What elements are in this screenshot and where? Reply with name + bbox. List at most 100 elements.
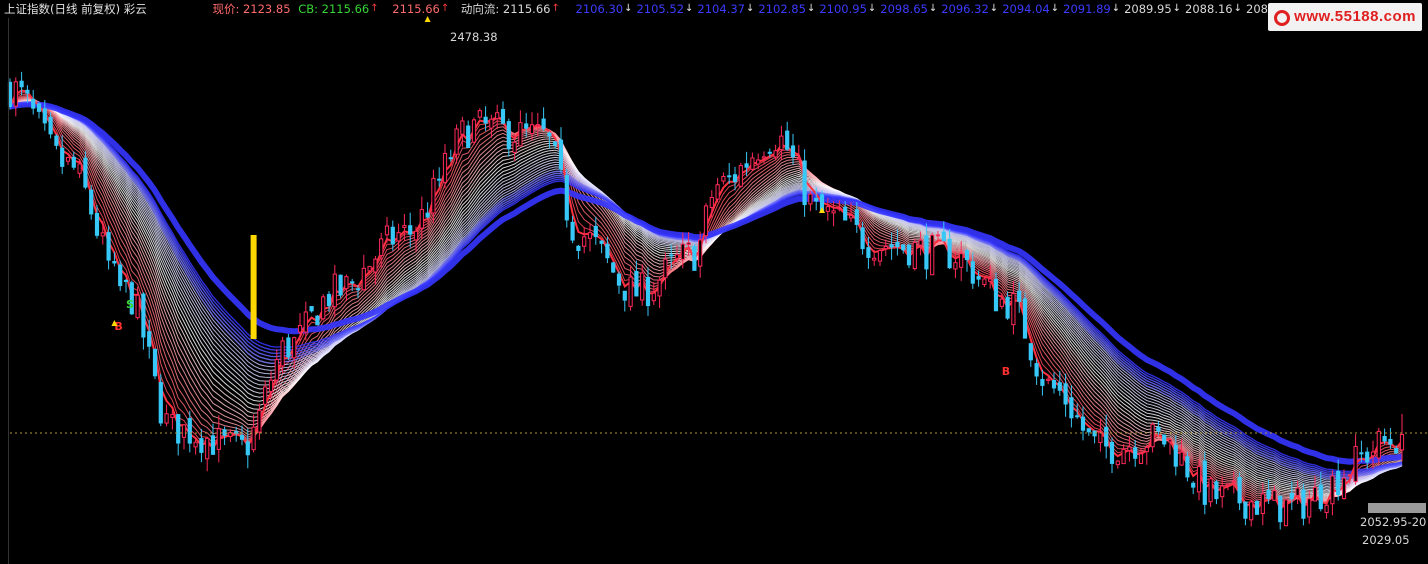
candle-body [77, 163, 82, 174]
candle-body [587, 232, 593, 239]
candle-body [1005, 296, 1010, 319]
candle-body [1220, 485, 1225, 498]
arrow-down-icon: ↓ [806, 3, 816, 14]
candle-body [941, 231, 946, 242]
signal-markers: BSB [111, 16, 1010, 378]
candle-body [506, 121, 511, 150]
candle-body [906, 244, 912, 266]
arrow-down-icon: ↓ [1111, 3, 1121, 14]
candle-body [1138, 453, 1144, 464]
candle-body [796, 157, 801, 161]
candle-body [1394, 448, 1399, 454]
candle-body [953, 262, 958, 270]
cb-label: CB: 2115.66 [298, 2, 370, 16]
candle-body [361, 267, 366, 291]
candle-body [1289, 492, 1294, 500]
candle-body [1376, 430, 1381, 459]
candle-body [19, 80, 24, 88]
candle-body [1225, 483, 1231, 487]
candle-body [616, 273, 622, 286]
candle-body [1104, 426, 1109, 447]
candle-body [1330, 475, 1335, 505]
candle-body [251, 426, 256, 451]
candle-body [564, 174, 569, 221]
candle-body [657, 279, 662, 297]
candle-body [1318, 484, 1323, 510]
candle-body [350, 281, 355, 284]
arrow-down-icon: ↓ [624, 3, 633, 14]
candle-body [837, 207, 842, 210]
candle-body [42, 108, 47, 124]
candle-body [1051, 379, 1057, 389]
candle-body [1399, 434, 1405, 451]
arrow-up-icon: ↑ [440, 3, 450, 14]
candle-body [425, 212, 430, 218]
candle-body [570, 221, 575, 241]
arrow-up-icon: ↑ [551, 3, 560, 14]
candle-body [1185, 456, 1190, 478]
candle-body [332, 273, 337, 308]
candle-body [384, 225, 390, 236]
candle-body [964, 250, 970, 261]
candle-body [1057, 382, 1062, 391]
candle-body [454, 128, 459, 155]
candle-body [1283, 499, 1289, 527]
candle-body [930, 234, 935, 276]
candle-body [1167, 439, 1173, 443]
candle-body [669, 254, 674, 257]
candle-body [309, 306, 314, 312]
candle-body [373, 258, 378, 273]
chart-window: 2478.38 2029.05 2052.95-20 BSB 上证指数(日线 前… [0, 0, 1428, 564]
candle-body [1046, 378, 1051, 381]
candle-body [982, 278, 987, 286]
candle-body [344, 276, 349, 290]
candle-body [611, 262, 616, 273]
candle-body [1272, 490, 1277, 501]
candle-body [1040, 378, 1045, 386]
candle-body [727, 175, 732, 178]
candle-body [1243, 501, 1248, 519]
ribbon-value: 2100.95 [819, 2, 867, 16]
candle-body [947, 238, 952, 269]
kline-chart[interactable]: 2478.38 2029.05 2052.95-20 BSB [0, 0, 1428, 564]
candle-body [553, 141, 558, 146]
candle-body [54, 135, 59, 146]
candle-body [176, 414, 181, 444]
candlesticks [7, 71, 1405, 530]
candle-body [645, 276, 651, 307]
candle-body [703, 205, 709, 237]
candle-body [280, 340, 285, 367]
arrow-down-icon: ↓ [745, 3, 755, 14]
candle-body [599, 240, 604, 244]
candle-body [164, 413, 169, 424]
candle-body [1341, 477, 1347, 500]
arrow-down-icon: ↓ [1233, 3, 1242, 14]
candle-body [593, 225, 598, 238]
candle-body [1069, 397, 1074, 419]
candle-body [779, 135, 784, 151]
arrow-down-icon: ↓ [1050, 3, 1060, 14]
candle-body [1109, 442, 1115, 464]
candle-body [123, 279, 129, 282]
candle-body [1127, 446, 1132, 452]
candle-body [872, 257, 877, 261]
candle-body [239, 435, 245, 440]
candle-body [680, 243, 685, 260]
candle-body [640, 272, 645, 301]
left-axis [0, 18, 9, 564]
candle-body [303, 311, 308, 333]
candle-body [1202, 460, 1207, 505]
candle-body [13, 81, 18, 107]
candle-body [1266, 490, 1271, 500]
candle-body [321, 296, 326, 320]
candle-body [999, 298, 1004, 307]
candle-body [141, 293, 146, 338]
candle-body [442, 152, 448, 183]
candle-body [1086, 428, 1091, 433]
candle-body [257, 409, 262, 433]
candle-body [976, 276, 981, 280]
candle-body [396, 232, 401, 242]
candle-body [187, 418, 192, 444]
candle-body [118, 264, 123, 287]
arrow-down-icon: ↓ [989, 3, 999, 14]
